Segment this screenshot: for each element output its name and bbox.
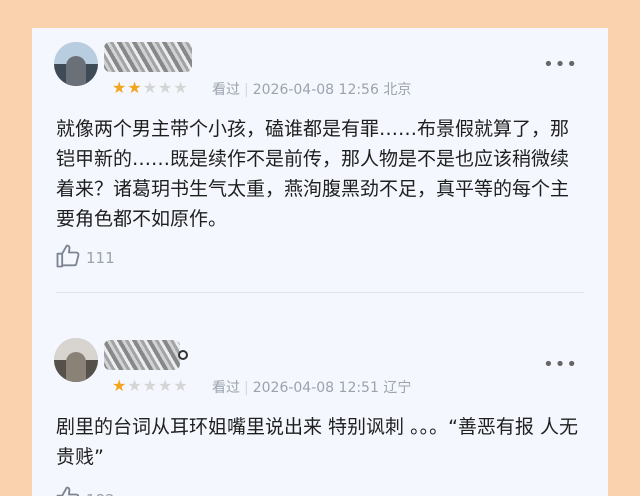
avatar[interactable] — [54, 42, 98, 86]
review-meta: 看过 | 2026-04-08 12:51 辽宁 — [212, 380, 412, 396]
review-card: ★ ★ ★ ★ ★ 看过 | 2026-04-08 12:56 北京 ••• 就像两个男主带… — [32, 28, 608, 292]
username-suffix — [178, 350, 188, 360]
like-button[interactable]: 182 — [54, 484, 115, 496]
star-icon: ★ — [127, 376, 142, 395]
thumbs-up-icon — [54, 484, 82, 496]
like-count: 182 — [86, 491, 115, 496]
star-icon: ★ — [173, 376, 188, 395]
like-button[interactable]: 111 — [54, 242, 115, 274]
star-icon: ★ — [127, 78, 142, 97]
review-card: ★ ★ ★ ★ ★ 看过 | 2026-04-08 12:51 辽宁 ••• 剧里的台词从耳… — [32, 294, 608, 496]
thumbs-up-icon — [54, 242, 82, 274]
timestamp: 2026-04-08 12:51 — [252, 380, 379, 396]
star-icon: ★ — [142, 376, 158, 395]
review-panel: ★ ★ ★ ★ ★ 看过 | 2026-04-08 12:56 北京 ••• 就像两个男主带… — [32, 28, 608, 496]
star-icon: ★ — [142, 78, 158, 97]
username-redacted — [104, 42, 192, 72]
avatar[interactable] — [54, 338, 98, 382]
location: 辽宁 — [383, 380, 412, 396]
star-icon: ★ — [112, 376, 127, 395]
star-icon: ★ — [173, 78, 188, 97]
action-label: 看过 — [212, 380, 240, 396]
more-dots-icon[interactable]: ••• — [543, 56, 578, 74]
timestamp: 2026-04-08 12:56 — [252, 82, 379, 98]
divider — [56, 292, 584, 293]
rating-stars: ★ ★ ★ ★ ★ — [112, 378, 188, 394]
star-icon: ★ — [158, 376, 173, 395]
review-text: 就像两个男主带个小孩，磕谁都是有罪……布景假就算了，那铠甲新的……既是续作不是前… — [56, 118, 570, 230]
username-redacted — [104, 340, 180, 370]
review-text: 剧里的台词从耳环姐嘴里说出来 特别讽刺 。。。“善恶有报 人无贵贱” — [56, 416, 578, 468]
star-icon: ★ — [158, 78, 173, 97]
more-dots-icon[interactable]: ••• — [543, 356, 578, 374]
star-icon: ★ — [112, 78, 127, 97]
location: 北京 — [383, 82, 412, 98]
action-label: 看过 — [212, 82, 240, 98]
rating-stars: ★ ★ ★ ★ ★ — [112, 80, 188, 96]
review-meta: 看过 | 2026-04-08 12:56 北京 — [212, 82, 412, 98]
like-count: 111 — [86, 249, 115, 267]
